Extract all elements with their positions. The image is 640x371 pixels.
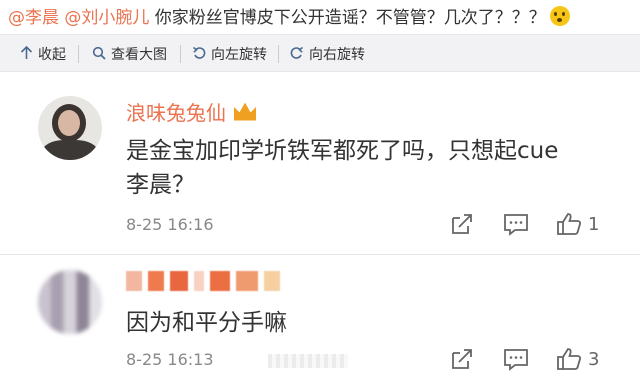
rotate-left-icon: [192, 46, 206, 63]
crown-icon: [234, 102, 256, 121]
rotate-right-icon: [290, 46, 304, 63]
rotate-left-button[interactable]: 向左旋转: [192, 44, 267, 64]
thumbs-up-icon: [557, 213, 582, 235]
like-button[interactable]: 3: [556, 347, 599, 371]
comment-line: 因为和平分手嘛: [126, 310, 287, 336]
comment-line: 是金宝加印学圻铁军都死了吗，只想起cue: [126, 138, 559, 164]
image-toolbar: 收起 查看大图 向左旋转 向右旋转: [0, 34, 640, 72]
thinking-face-emoji-icon: [549, 6, 570, 26]
comment-timestamp: 8-25 16:13: [126, 350, 214, 369]
rotate-right-button[interactable]: 向右旋转: [290, 44, 365, 64]
view-large-button[interactable]: 查看大图: [92, 44, 167, 64]
reply-button[interactable]: [503, 347, 529, 371]
reply-button[interactable]: [503, 212, 529, 236]
view-large-label: 查看大图: [111, 47, 167, 63]
comment-username[interactable]: 浪味兔兔仙: [126, 97, 256, 126]
comment-username-blurred[interactable]: [126, 270, 296, 292]
share-button[interactable]: [450, 347, 474, 371]
post-text: @李晨 @刘小腕儿 你家粉丝官博皮下公开造谣？不管管？几次了？？？: [8, 4, 570, 32]
thumbs-up-icon: [557, 348, 582, 370]
like-count: 3: [588, 348, 600, 370]
comment-bubble-icon: [504, 214, 528, 236]
comment-divider: [0, 254, 640, 255]
avatar-blurred[interactable]: [38, 270, 102, 334]
comment-line: 李晨？: [126, 172, 195, 198]
mention-li-chen[interactable]: @李晨: [8, 8, 59, 28]
comment-bubble-icon: [504, 349, 528, 371]
collapse-label: 收起: [38, 47, 66, 63]
avatar[interactable]: [38, 96, 102, 160]
watermark: [268, 354, 348, 368]
like-count: 1: [588, 213, 600, 235]
share-icon: [452, 214, 472, 234]
comment-timestamp: 8-25 16:16: [126, 215, 214, 234]
share-button[interactable]: [450, 212, 474, 236]
arrow-up-icon: [20, 45, 33, 63]
post-body-text: 你家粉丝官博皮下公开造谣？不管管？几次了？？？: [149, 8, 546, 28]
share-icon: [452, 349, 472, 369]
toolbar-divider: [78, 45, 79, 63]
like-button[interactable]: 1: [556, 212, 599, 236]
magnifier-icon: [92, 46, 106, 63]
comment-text: 是金宝加印学圻铁军都死了吗，只想起cue 李晨？: [126, 134, 626, 202]
toolbar-divider: [278, 45, 279, 63]
rotate-right-label: 向右旋转: [309, 47, 365, 63]
collapse-button[interactable]: 收起: [20, 44, 66, 64]
comment-text: 因为和平分手嘛: [126, 306, 626, 340]
toolbar-divider: [180, 45, 181, 63]
rotate-left-label: 向左旋转: [211, 47, 267, 63]
username-text: 浪味兔兔仙: [126, 101, 226, 125]
mention-liu-xiao-wan-er[interactable]: @刘小腕儿: [64, 8, 149, 28]
